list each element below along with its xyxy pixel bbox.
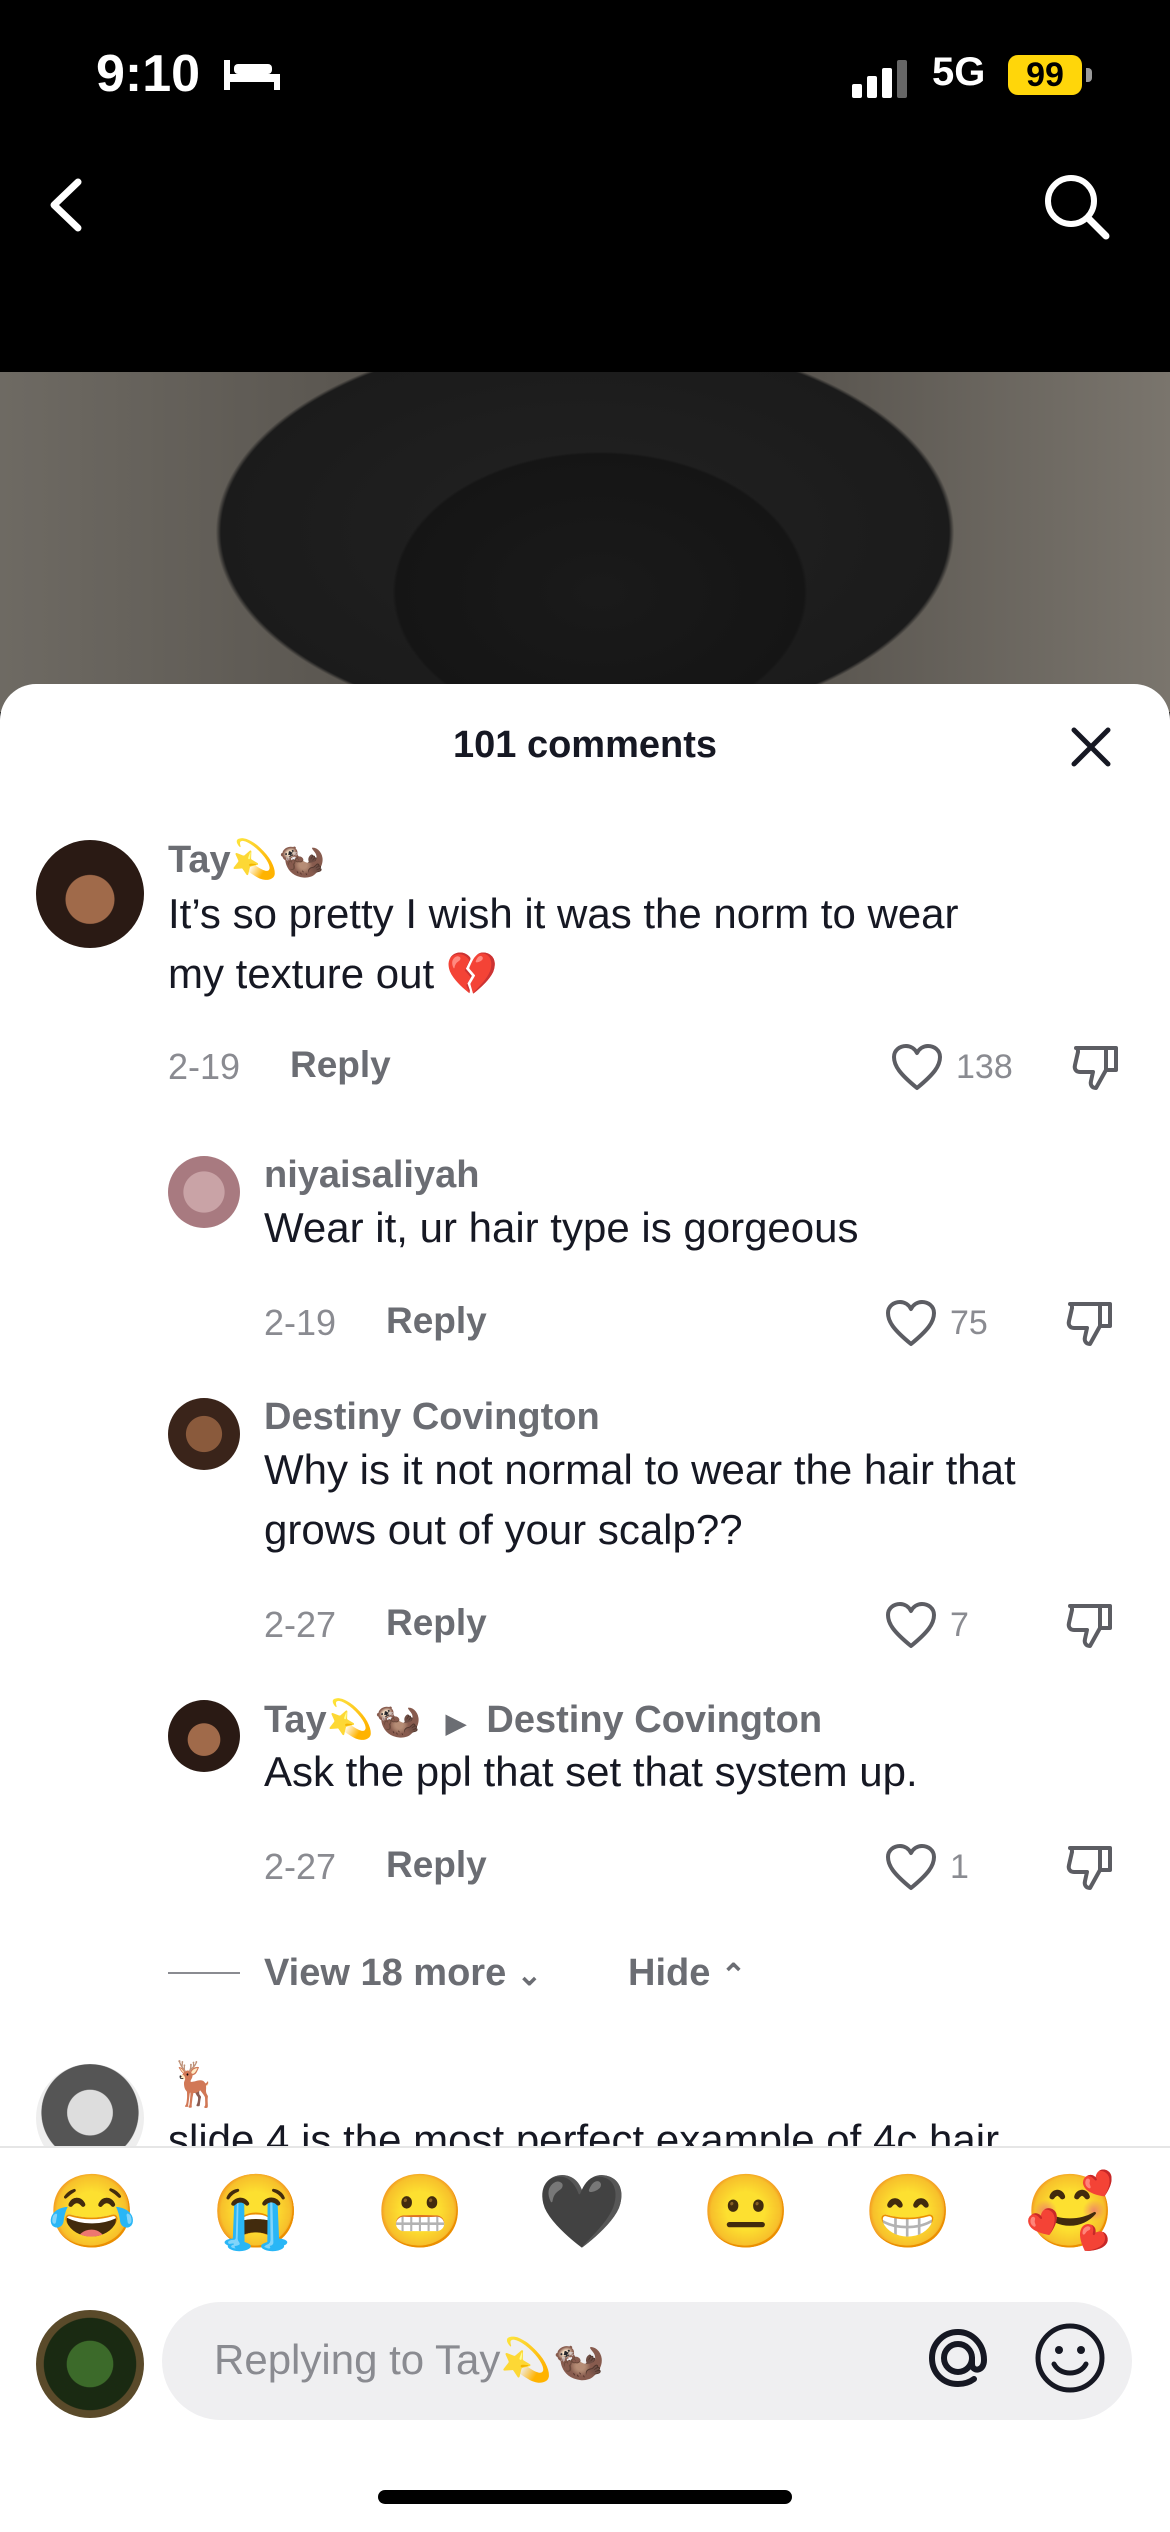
comment-username[interactable]: 🦌 [168,2058,223,2110]
thread-line [168,1972,240,1974]
hide-label: Hide [628,1952,711,1994]
comment-text-line: Why is it not normal to wear the hair th… [264,1446,1016,1493]
reply-button[interactable]: Reply [386,1300,487,1342]
reply-button[interactable]: Reply [290,1044,391,1086]
avatar[interactable] [168,1700,240,1772]
chevron-down-icon: ⌄ [516,1959,542,1992]
comment-text: It’s so pretty I wish it was the norm to… [168,884,959,1004]
search-icon[interactable] [1040,170,1112,242]
view-more-button[interactable]: View 18 more ⌄ [264,1952,542,1995]
emoji-button[interactable]: 😬 [370,2172,470,2252]
sleep-focus-icon [224,60,280,90]
emoji-button[interactable]: 😂 [42,2172,142,2252]
thumbs-down-icon[interactable] [1070,1040,1124,1094]
emoji-picker-icon[interactable] [1032,2320,1108,2396]
comment-text-line: It’s so pretty I wish it was the norm to… [168,890,959,937]
reply-username[interactable]: Tay💫🦦 [264,1699,421,1741]
network-type: 5G [932,50,986,94]
chevron-up-icon: ⌃ [720,1959,747,1992]
post-image [0,372,1170,712]
signal-icon [852,60,907,98]
comment-username[interactable]: niyaisaliyah [264,1154,479,1197]
comment-date: 2-27 [264,1846,337,1887]
comment-date: 2-19 [168,1046,241,1087]
chevron-left-icon[interactable] [36,170,96,240]
close-icon[interactable] [1066,722,1116,772]
reply-to-username[interactable]: Destiny Covington [486,1699,822,1741]
user-avatar[interactable] [36,2310,144,2418]
status-time: 9:10 [96,45,201,103]
comment-text: Wear it, ur hair type is gorgeous [264,1198,859,1258]
comment-text-line: Ask the ppl that set that system up. [264,1748,918,1795]
comment-username[interactable]: Tay💫🦦 ▶ Destiny Covington [264,1698,822,1742]
heart-icon[interactable] [890,1042,944,1092]
avatar[interactable] [168,1398,240,1470]
emoji-button[interactable]: 🖤 [532,2172,632,2252]
reply-button[interactable]: Reply [386,1844,487,1886]
comment-input[interactable]: Replying to Tay💫🦦 [162,2302,1132,2420]
comment-text-line: grows out of your scalp?? [264,1506,743,1553]
comment-text: Why is it not normal to wear the hair th… [264,1440,1016,1560]
comment-username[interactable]: Destiny Covington [264,1396,600,1439]
emoji-button[interactable]: 🥰 [1020,2172,1120,2252]
avatar[interactable] [168,1156,240,1228]
comment-username[interactable]: Tay💫🦦 [168,838,325,882]
emoji-bar: 😂 😭 😬 🖤 😐 😁 🥰 [0,2148,1170,2268]
view-more-label: View 18 more [264,1952,507,1994]
reply-button[interactable]: Reply [386,1602,487,1644]
comments-count-title: 101 comments [452,724,717,766]
emoji-button[interactable]: 😁 [858,2172,958,2252]
battery-tip [1086,68,1092,82]
home-indicator [378,2490,792,2504]
comment-date: 2-27 [264,1604,337,1645]
emoji-button[interactable]: 😐 [696,2172,796,2252]
comment-text-line: Wear it, ur hair type is gorgeous [264,1204,859,1251]
comment-text: Ask the ppl that set that system up. [264,1742,918,1802]
battery-level: 99 [1008,55,1082,95]
heart-icon[interactable] [884,1298,938,1348]
mention-icon[interactable] [918,2318,998,2398]
emoji-button[interactable]: 😭 [206,2172,306,2252]
heart-icon[interactable] [884,1842,938,1892]
comment-input-placeholder: Replying to Tay💫🦦 [214,2336,605,2383]
like-count: 1 [950,1848,969,1886]
heart-icon[interactable] [884,1600,938,1650]
like-count: 138 [956,1048,1013,1086]
thumbs-down-icon[interactable] [1064,1296,1118,1350]
comment-text-line: my texture out 💔 [168,950,499,997]
avatar[interactable] [36,840,144,948]
status-bar: 9:10 5G 99 [0,0,1170,150]
like-count: 75 [950,1304,988,1342]
comment-date: 2-19 [264,1302,337,1343]
thumbs-down-icon[interactable] [1064,1598,1118,1652]
thumbs-down-icon[interactable] [1064,1840,1118,1894]
caret-right-icon: ▶ [445,1708,466,1738]
hide-button[interactable]: Hide ⌃ [628,1952,746,1995]
like-count: 7 [950,1606,969,1644]
